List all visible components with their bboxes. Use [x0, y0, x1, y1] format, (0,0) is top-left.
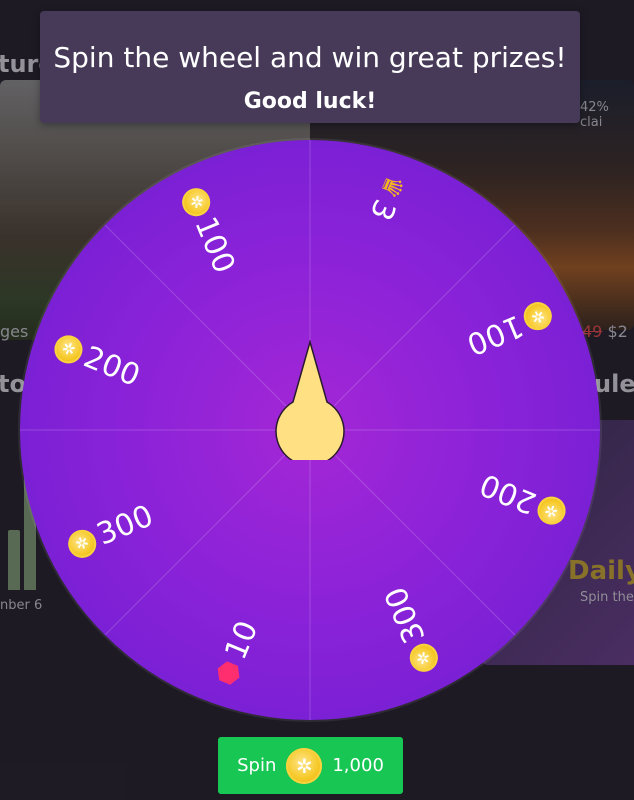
banner-subtitle: Good luck!: [243, 89, 377, 114]
spin-button[interactable]: Spin ✲ 1,000: [218, 737, 403, 794]
prize-banner: Spin the wheel and win great prizes! Goo…: [40, 11, 580, 123]
wheel-pointer: [275, 340, 345, 460]
coin-icon: ✲: [286, 747, 323, 784]
banner-title: Spin the wheel and win great prizes!: [53, 41, 567, 74]
spin-cost: 1,000: [332, 755, 384, 776]
spin-button-label: Spin: [237, 755, 277, 776]
